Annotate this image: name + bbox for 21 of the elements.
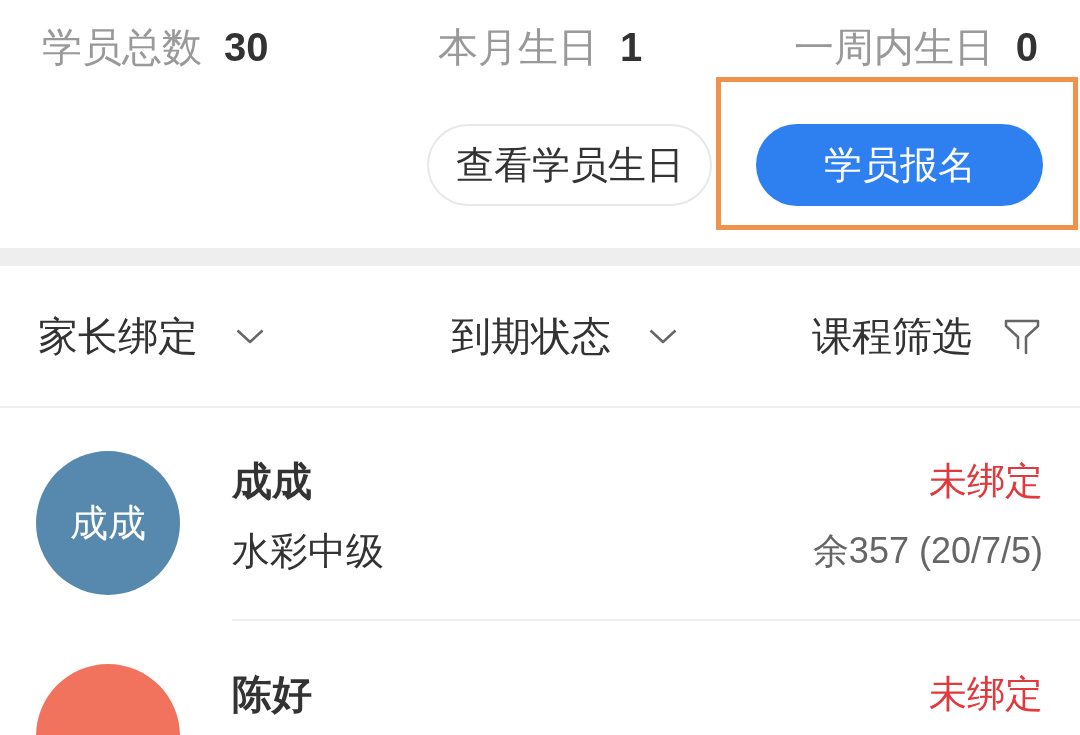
- stat-label: 学员总数: [42, 24, 202, 71]
- stat-value: 0: [1015, 24, 1038, 71]
- dropdown-button[interactable]: 到期状态: [451, 308, 677, 364]
- funnel-icon: [1004, 317, 1040, 355]
- binding-status: 未绑定: [929, 671, 1043, 717]
- enroll-button[interactable]: 学员报名: [756, 124, 1043, 206]
- dropdown-button[interactable]: 家长绑定: [38, 308, 264, 364]
- chevron-down-icon: [236, 328, 264, 344]
- binding-status: 未绑定: [929, 458, 1043, 504]
- stat-label: 一周内生日: [793, 24, 994, 71]
- student-name: 成成: [232, 458, 312, 505]
- course-name: 水彩中级: [232, 528, 384, 574]
- chevron-down-icon: [649, 328, 677, 344]
- stat-value: 30: [224, 24, 269, 71]
- remaining-lessons: 余357 (20/7/5): [812, 529, 1043, 573]
- student-name: 陈好: [232, 671, 312, 718]
- stat-value: 1: [619, 24, 643, 71]
- filter-button[interactable]: 课程筛选: [812, 308, 1040, 364]
- outline-button[interactable]: 查看学员生日: [427, 124, 712, 206]
- stat-label: 本月生日: [437, 24, 598, 71]
- avatar-initials: 成成: [70, 500, 146, 546]
